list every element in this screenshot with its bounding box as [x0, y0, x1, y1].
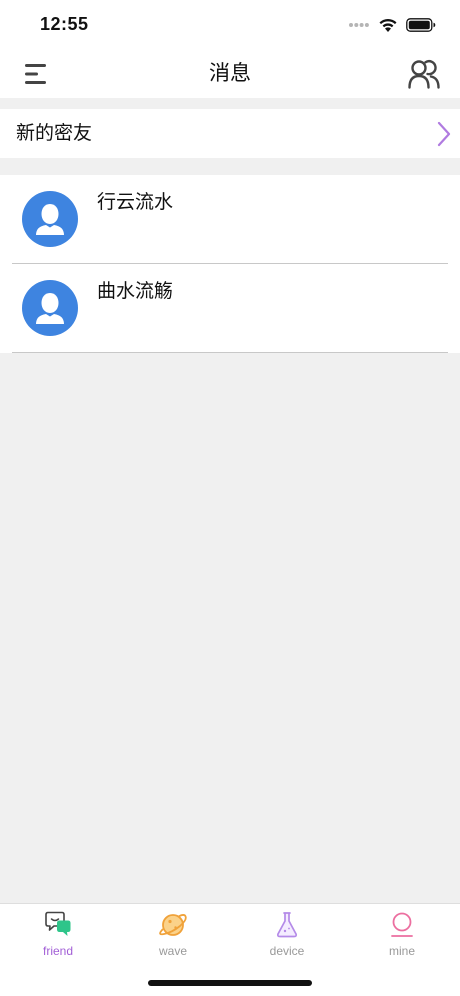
new-friends-row[interactable]: 新的密友 [0, 109, 460, 158]
status-bar: 12:55 [0, 0, 460, 50]
battery-icon [406, 18, 436, 32]
nav-bar: 消息 [0, 50, 460, 98]
contact-avatar [22, 191, 78, 247]
tab-label: device [269, 944, 305, 958]
status-time: 12:55 [40, 14, 89, 34]
chevron-right-icon [437, 121, 451, 147]
person-avatar-icon [36, 204, 64, 235]
tab-mine[interactable]: mine [362, 910, 442, 958]
tab-wave[interactable]: wave [133, 910, 213, 958]
tab-label: friend [42, 944, 74, 958]
new-friends-label: 新的密友 [16, 122, 93, 144]
contact-item[interactable]: 行云流水 [0, 175, 460, 264]
profile-icon [391, 912, 413, 937]
tab-device[interactable]: device [247, 910, 327, 958]
chat-bubbles-icon [45, 911, 71, 936]
divider [12, 352, 448, 353]
page-title: 消息 [209, 61, 251, 85]
friends-icon [408, 59, 440, 89]
status-icons [348, 14, 436, 36]
contact-list: 行云流水 曲水流觞 [0, 175, 460, 353]
signal-dots-icon [349, 23, 369, 27]
friends-button[interactable] [406, 56, 442, 92]
planet-icon [159, 914, 187, 936]
contact-avatar [22, 280, 78, 336]
tab-friend[interactable]: friend [18, 910, 98, 958]
flask-icon [276, 912, 298, 938]
contact-name: 行云流水 [97, 191, 174, 213]
tab-label: mine [388, 944, 415, 958]
contact-name: 曲水流觞 [97, 280, 174, 302]
contact-item[interactable]: 曲水流觞 [0, 264, 460, 353]
tab-label: wave [158, 944, 187, 958]
wifi-icon [379, 19, 397, 32]
home-indicator [148, 980, 312, 986]
person-avatar-icon [36, 293, 64, 324]
